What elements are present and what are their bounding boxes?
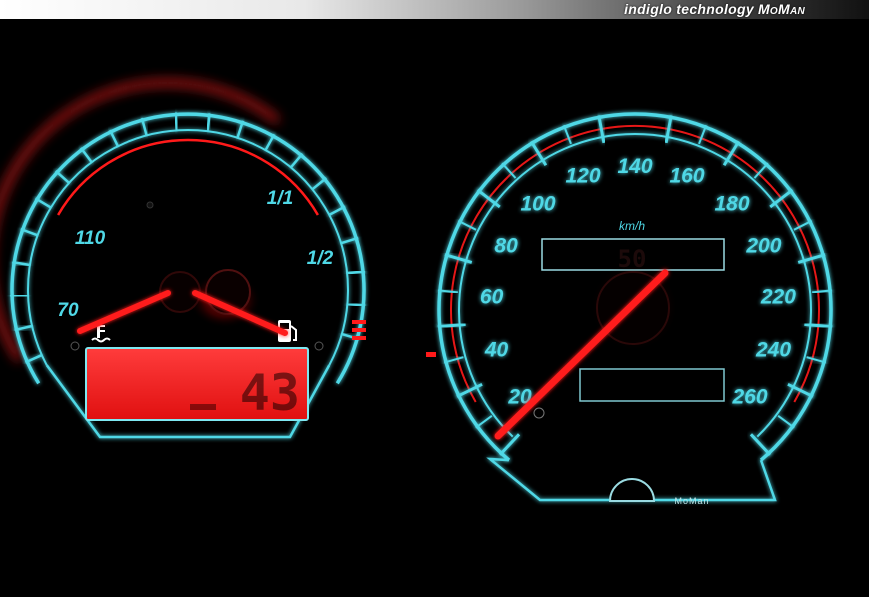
speed-label-100: 100 <box>520 193 555 216</box>
speed-tick <box>749 433 772 456</box>
right-indicator-dot <box>314 341 324 351</box>
clock-display-frame <box>579 368 725 402</box>
left-tick <box>10 294 29 298</box>
brand-maker: MoMan <box>757 1 805 17</box>
left-gauge-pin-dot <box>146 201 154 209</box>
speed-label-60: 60 <box>480 286 504 309</box>
speed-tick <box>804 322 833 329</box>
left-tick <box>34 197 52 209</box>
speedometer-needle <box>494 269 669 440</box>
trip-reset-knob <box>608 478 656 502</box>
left-tick <box>347 302 366 307</box>
speedometer-indicator-dot <box>533 407 545 419</box>
left-tick <box>328 205 346 216</box>
speed-tick <box>476 188 501 209</box>
fuel-reserve-mark <box>352 336 366 340</box>
speed-label-180: 180 <box>714 193 749 216</box>
speed-tick <box>475 414 493 429</box>
left-tick <box>79 147 93 163</box>
brand-label: indiglo technology MoMan <box>624 1 805 17</box>
speed-tick <box>698 124 708 145</box>
speed-tick <box>498 433 521 456</box>
speed-label-140: 140 <box>617 155 652 178</box>
fuel-reserve-mark <box>352 320 366 324</box>
left-tick <box>289 152 304 169</box>
speed-unit-label: km/h <box>619 219 645 233</box>
speed-red-marker <box>426 352 436 357</box>
speed-tick <box>777 414 795 429</box>
tach-label-70: 70 <box>57 300 79 321</box>
speedometer-gauge: 20406080100120 140 160180200220240260 km/h… <box>426 112 833 506</box>
speed-label-80: 80 <box>494 235 518 258</box>
speed-label-240: 240 <box>755 338 791 361</box>
speed-label-220: 220 <box>760 286 796 309</box>
odometer-lcd-value: 43 <box>240 364 300 422</box>
speed-tick <box>562 124 572 145</box>
brand-text: indiglo technology <box>624 1 754 17</box>
temperature-needle <box>77 290 171 334</box>
speed-tick <box>437 322 466 329</box>
fuel-label-half: 1/2 <box>307 248 334 269</box>
left-tick <box>174 112 179 131</box>
tachometer-gauge: 70 110 1/1 1/2 43 <box>0 79 366 439</box>
left-gauge-ticks <box>10 112 366 364</box>
speed-label-40: 40 <box>484 338 509 361</box>
left-tick <box>24 353 43 364</box>
speed-label-160: 160 <box>669 165 704 188</box>
lcd-segment <box>190 404 216 410</box>
left-tick <box>108 129 119 147</box>
left-indicator-dot <box>70 341 80 351</box>
left-tick <box>54 169 70 184</box>
speedometer-maker-mark: MoMan <box>674 496 709 506</box>
header-banner: indiglo technology MoMan <box>0 0 869 19</box>
fuel-label-full: 1/1 <box>267 188 293 209</box>
speed-label-120: 120 <box>565 165 600 188</box>
speed-label-260: 260 <box>731 386 767 409</box>
left-tick <box>264 133 276 151</box>
fuel-reserve-mark <box>352 328 366 332</box>
left-tick <box>311 177 328 191</box>
speed-tick <box>769 188 794 209</box>
speed-label-200: 200 <box>745 235 781 258</box>
instrument-cluster: 70 110 1/1 1/2 43 20406080100120 140 160… <box>0 79 833 506</box>
tach-label-110: 110 <box>75 228 106 249</box>
